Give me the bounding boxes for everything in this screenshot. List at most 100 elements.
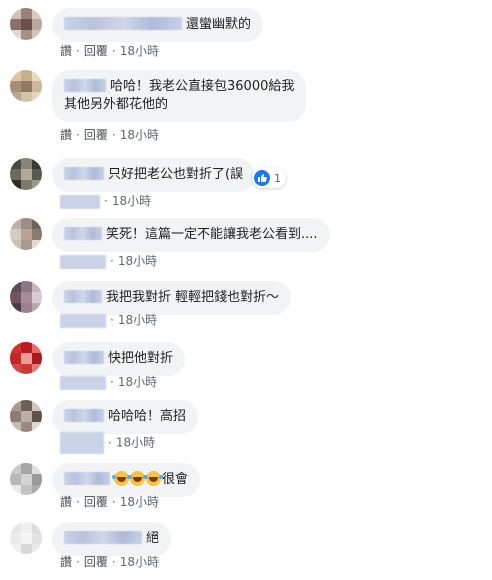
commenter-name[interactable] xyxy=(64,531,142,544)
avatar[interactable] xyxy=(10,218,42,250)
avatar[interactable] xyxy=(10,281,42,313)
avatar[interactable] xyxy=(10,70,42,102)
like-link[interactable]: 讚 xyxy=(60,495,72,509)
avatar-pixel xyxy=(10,303,21,313)
comment-actions: 讚 · 回覆 · 18小時 xyxy=(60,495,159,509)
reply-link[interactable]: 回覆 xyxy=(84,128,108,142)
comment-actions: · 18小時 xyxy=(60,432,155,454)
avatar-pixel xyxy=(21,30,32,40)
commenter-name[interactable] xyxy=(64,79,106,92)
avatar[interactable] xyxy=(10,8,42,40)
comment-actions: · 18小時 xyxy=(60,312,157,328)
timestamp[interactable]: 18小時 xyxy=(116,436,155,450)
commenter-name[interactable] xyxy=(64,409,104,422)
avatar-pixel xyxy=(32,70,42,81)
comment-bubble: 只好把老公也對折了(誤 xyxy=(52,158,256,192)
avatar-pixel xyxy=(32,474,42,485)
avatar-pixel xyxy=(10,180,21,190)
avatar[interactable] xyxy=(10,158,42,190)
avatar-pixel xyxy=(10,30,21,40)
comment-bubble: 笑死！這篇一定不能讓我老公看到.... xyxy=(52,218,330,252)
avatar-pixel xyxy=(32,485,42,495)
avatar-pixel xyxy=(21,364,32,374)
avatar-pixel xyxy=(10,158,21,169)
like-link[interactable]: 讚 xyxy=(60,128,72,142)
blurred-action xyxy=(60,375,106,390)
blurred-action xyxy=(60,194,100,209)
avatar-pixel xyxy=(10,92,21,102)
avatar[interactable] xyxy=(10,400,42,432)
avatar-pixel xyxy=(10,8,21,19)
timestamp[interactable]: 18小時 xyxy=(118,313,157,327)
avatar-pixel xyxy=(21,522,32,533)
like-reaction-icon xyxy=(254,170,270,186)
avatar-pixel xyxy=(10,522,21,533)
avatar-pixel xyxy=(32,30,42,40)
commenter-name[interactable] xyxy=(64,472,110,485)
laughing-tears-emoji-icon xyxy=(128,471,145,486)
avatar-pixel xyxy=(32,411,42,422)
timestamp[interactable]: 18小時 xyxy=(120,495,159,509)
avatar-pixel xyxy=(21,92,32,102)
comment-actions: · 18小時 xyxy=(60,253,157,269)
avatar-pixel xyxy=(10,81,21,92)
like-link[interactable]: 讚 xyxy=(60,44,72,58)
avatar-pixel xyxy=(32,292,42,303)
avatar[interactable] xyxy=(10,463,42,495)
timestamp[interactable]: 18小時 xyxy=(120,555,159,569)
timestamp[interactable]: 18小時 xyxy=(118,375,157,389)
avatar-pixel xyxy=(32,169,42,180)
timestamp[interactable]: 18小時 xyxy=(112,194,151,208)
avatar-pixel xyxy=(32,8,42,19)
avatar-pixel xyxy=(10,364,21,374)
avatar-pixel xyxy=(32,281,42,292)
avatar-pixel xyxy=(32,400,42,411)
comment-actions: 讚 · 回覆 · 18小時 xyxy=(60,44,159,58)
avatar-pixel xyxy=(10,70,21,81)
avatar-pixel xyxy=(21,411,32,422)
commenter-name[interactable] xyxy=(64,351,104,364)
comment-actions: · 18小時 xyxy=(60,193,151,209)
avatar-pixel xyxy=(21,422,32,432)
avatar-pixel xyxy=(21,353,32,364)
commenter-name[interactable] xyxy=(64,17,182,30)
reply-link[interactable]: 回覆 xyxy=(84,555,108,569)
commenter-name[interactable] xyxy=(64,227,102,240)
avatar-pixel xyxy=(10,240,21,250)
avatar-pixel xyxy=(10,229,21,240)
avatar-pixel xyxy=(10,19,21,30)
comment-bubble: 哈哈！我老公直接包36000給我 其他另外都花他的 xyxy=(52,70,307,122)
reply-link[interactable]: 回覆 xyxy=(84,495,108,509)
avatar-pixel xyxy=(10,218,21,229)
laughing-tears-emoji-icon xyxy=(144,471,161,486)
avatar-pixel xyxy=(32,463,42,474)
avatar[interactable] xyxy=(10,522,42,554)
comment-actions: · 18小時 xyxy=(60,374,157,390)
avatar[interactable] xyxy=(10,342,42,374)
avatar-pixel xyxy=(10,169,21,180)
comment-text: 還蠻幽默的 xyxy=(186,17,252,32)
reply-link[interactable]: 回覆 xyxy=(84,44,108,58)
avatar-pixel xyxy=(21,485,32,495)
reaction-count[interactable]: 1 xyxy=(252,168,286,188)
timestamp[interactable]: 18小時 xyxy=(118,254,157,268)
avatar-pixel xyxy=(32,81,42,92)
comment-bubble: 還蠻幽默的 xyxy=(52,8,264,42)
like-link[interactable]: 讚 xyxy=(60,555,72,569)
avatar-pixel xyxy=(32,240,42,250)
commenter-name[interactable] xyxy=(64,290,102,303)
commenter-name[interactable] xyxy=(64,167,104,180)
avatar-pixel xyxy=(10,342,21,353)
avatar-pixel xyxy=(21,19,32,30)
timestamp[interactable]: 18小時 xyxy=(120,128,159,142)
avatar-pixel xyxy=(21,342,32,353)
avatar-pixel xyxy=(21,70,32,81)
avatar-pixel xyxy=(21,8,32,19)
timestamp[interactable]: 18小時 xyxy=(120,44,159,58)
comment-text: 哈哈！我老公直接包36000給我 xyxy=(110,79,295,94)
comment-text: 快把他對折 xyxy=(108,351,174,366)
avatar-pixel xyxy=(32,353,42,364)
comment-text: 笑死！這篇一定不能讓我老公看到.... xyxy=(106,227,318,242)
avatar-pixel xyxy=(21,169,32,180)
avatar-pixel xyxy=(32,422,42,432)
